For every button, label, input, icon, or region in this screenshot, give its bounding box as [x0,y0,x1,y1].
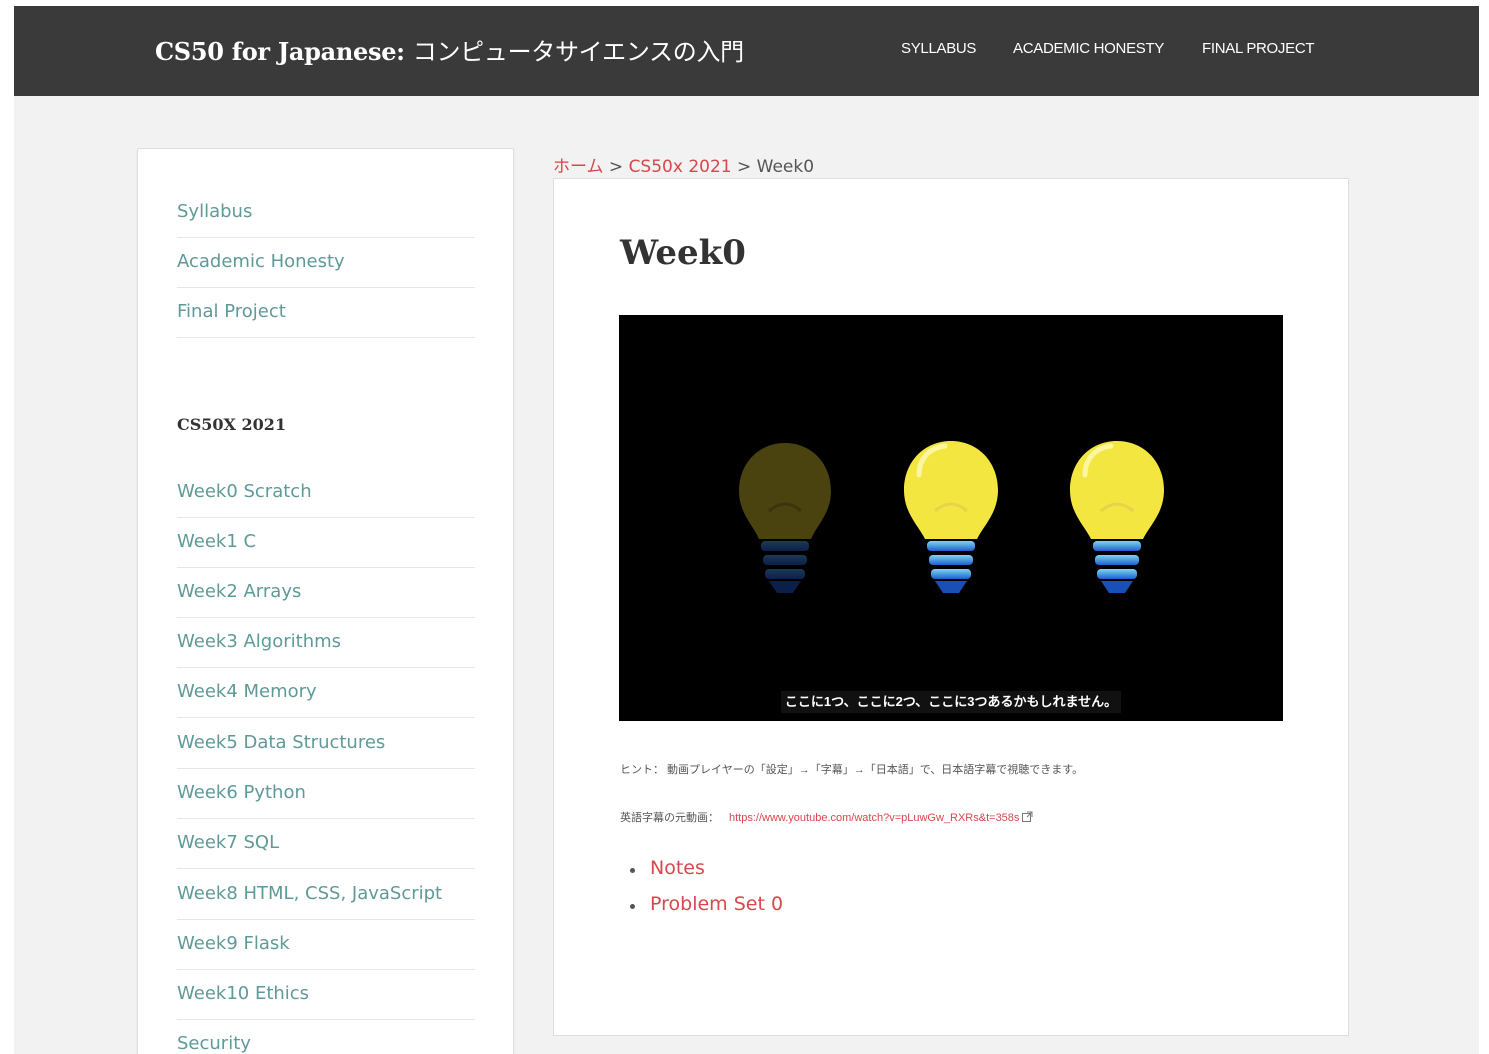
bullet-icon [630,904,635,909]
page: CS50 for Japanese: コンピュータサイエンスの入門 SYLLAB… [14,6,1479,1054]
main-content: Week0 ここに1つ、ここに2つ、ここに3つあるかもしれません。 ヒント： 動… [553,178,1349,1036]
source-label: 英語字幕の元動画： [620,812,719,824]
divider [177,868,475,869]
sidebar-link-week10[interactable]: Week10 Ethics [177,983,475,1004]
external-link-icon [1022,811,1033,822]
sidebar-link-week3[interactable]: Week3 Algorithms [177,631,475,652]
nav-academic-honesty[interactable]: ACADEMIC HONESTY [1013,40,1164,57]
video-caption: ここに1つ、ここに2つ、ここに3つあるかもしれません。 [781,691,1121,713]
sidebar-link-syllabus[interactable]: Syllabus [177,201,475,222]
site-title-jp[interactable]: コンピュータサイエンスの入門 [413,38,744,66]
divider [177,969,475,970]
sidebar-link-week6[interactable]: Week6 Python [177,782,475,803]
divider [177,337,475,338]
sidebar-link-academic-honesty[interactable]: Academic Honesty [177,251,475,272]
sidebar-link-week8[interactable]: Week8 HTML, CSS, JavaScript [177,883,475,904]
sidebar-heading: CS50X 2021 [177,415,287,434]
video-player[interactable]: ここに1つ、ここに2つ、ここに3つあるかもしれません。 [619,315,1283,721]
breadcrumb-separator: > [731,157,757,177]
divider [177,818,475,819]
source-line: 英語字幕の元動画： https://www.youtube.com/watch?v… [620,809,1033,825]
site-title[interactable]: CS50 for Japanese: コンピュータサイエンスの入門 [155,32,744,67]
resource-list: Notes Problem Set 0 [630,857,783,929]
page-title: Week0 [620,233,746,273]
problem-set-0-link[interactable]: Problem Set 0 [650,893,783,915]
breadcrumb: ホーム > CS50x 2021 > Week0 [553,152,814,177]
divider [177,919,475,920]
divider [177,517,475,518]
hint-text: ヒント： 動画プレイヤーの「設定」→「字幕」→「日本語」で、日本語字幕で視聴でき… [620,764,1084,776]
sidebar-link-final-project[interactable]: Final Project [177,301,475,322]
sidebar-link-week9[interactable]: Week9 Flask [177,933,475,954]
divider [177,717,475,718]
bulb-off-icon [739,443,831,593]
list-item: Notes [630,857,783,893]
divider [177,667,475,668]
breadcrumb-home[interactable]: ホーム [553,157,604,177]
sidebar-link-week2[interactable]: Week2 Arrays [177,581,475,602]
sidebar-link-week4[interactable]: Week4 Memory [177,681,475,702]
sidebar: Syllabus Academic Honesty Final Project … [137,148,514,1054]
source-video-link[interactable]: https://www.youtube.com/watch?v=pLuwGw_R… [729,812,1019,824]
list-item: Problem Set 0 [630,893,783,929]
bulb-on-icon [904,441,998,593]
breadcrumb-parent[interactable]: CS50x 2021 [629,157,732,177]
sidebar-link-security[interactable]: Security [177,1033,475,1054]
divider [177,567,475,568]
breadcrumb-separator: > [603,157,629,177]
breadcrumb-current: Week0 [756,157,815,177]
nav-syllabus[interactable]: SYLLABUS [901,40,976,57]
notes-link[interactable]: Notes [650,857,705,879]
bulb-on-icon [1070,441,1164,593]
divider [177,1019,475,1020]
bullet-icon [630,868,635,873]
site-header: CS50 for Japanese: コンピュータサイエンスの入門 SYLLAB… [14,6,1479,96]
sidebar-link-week1[interactable]: Week1 C [177,531,475,552]
divider [177,237,475,238]
sidebar-link-week5[interactable]: Week5 Data Structures [177,732,475,753]
divider [177,617,475,618]
sidebar-link-week7[interactable]: Week7 SQL [177,832,475,853]
site-title-en[interactable]: CS50 for Japanese: [155,37,405,66]
sidebar-link-week0[interactable]: Week0 Scratch [177,481,475,502]
nav-final-project[interactable]: FINAL PROJECT [1202,40,1315,57]
divider [177,768,475,769]
lightbulbs-illustration [739,441,1164,593]
divider [177,287,475,288]
